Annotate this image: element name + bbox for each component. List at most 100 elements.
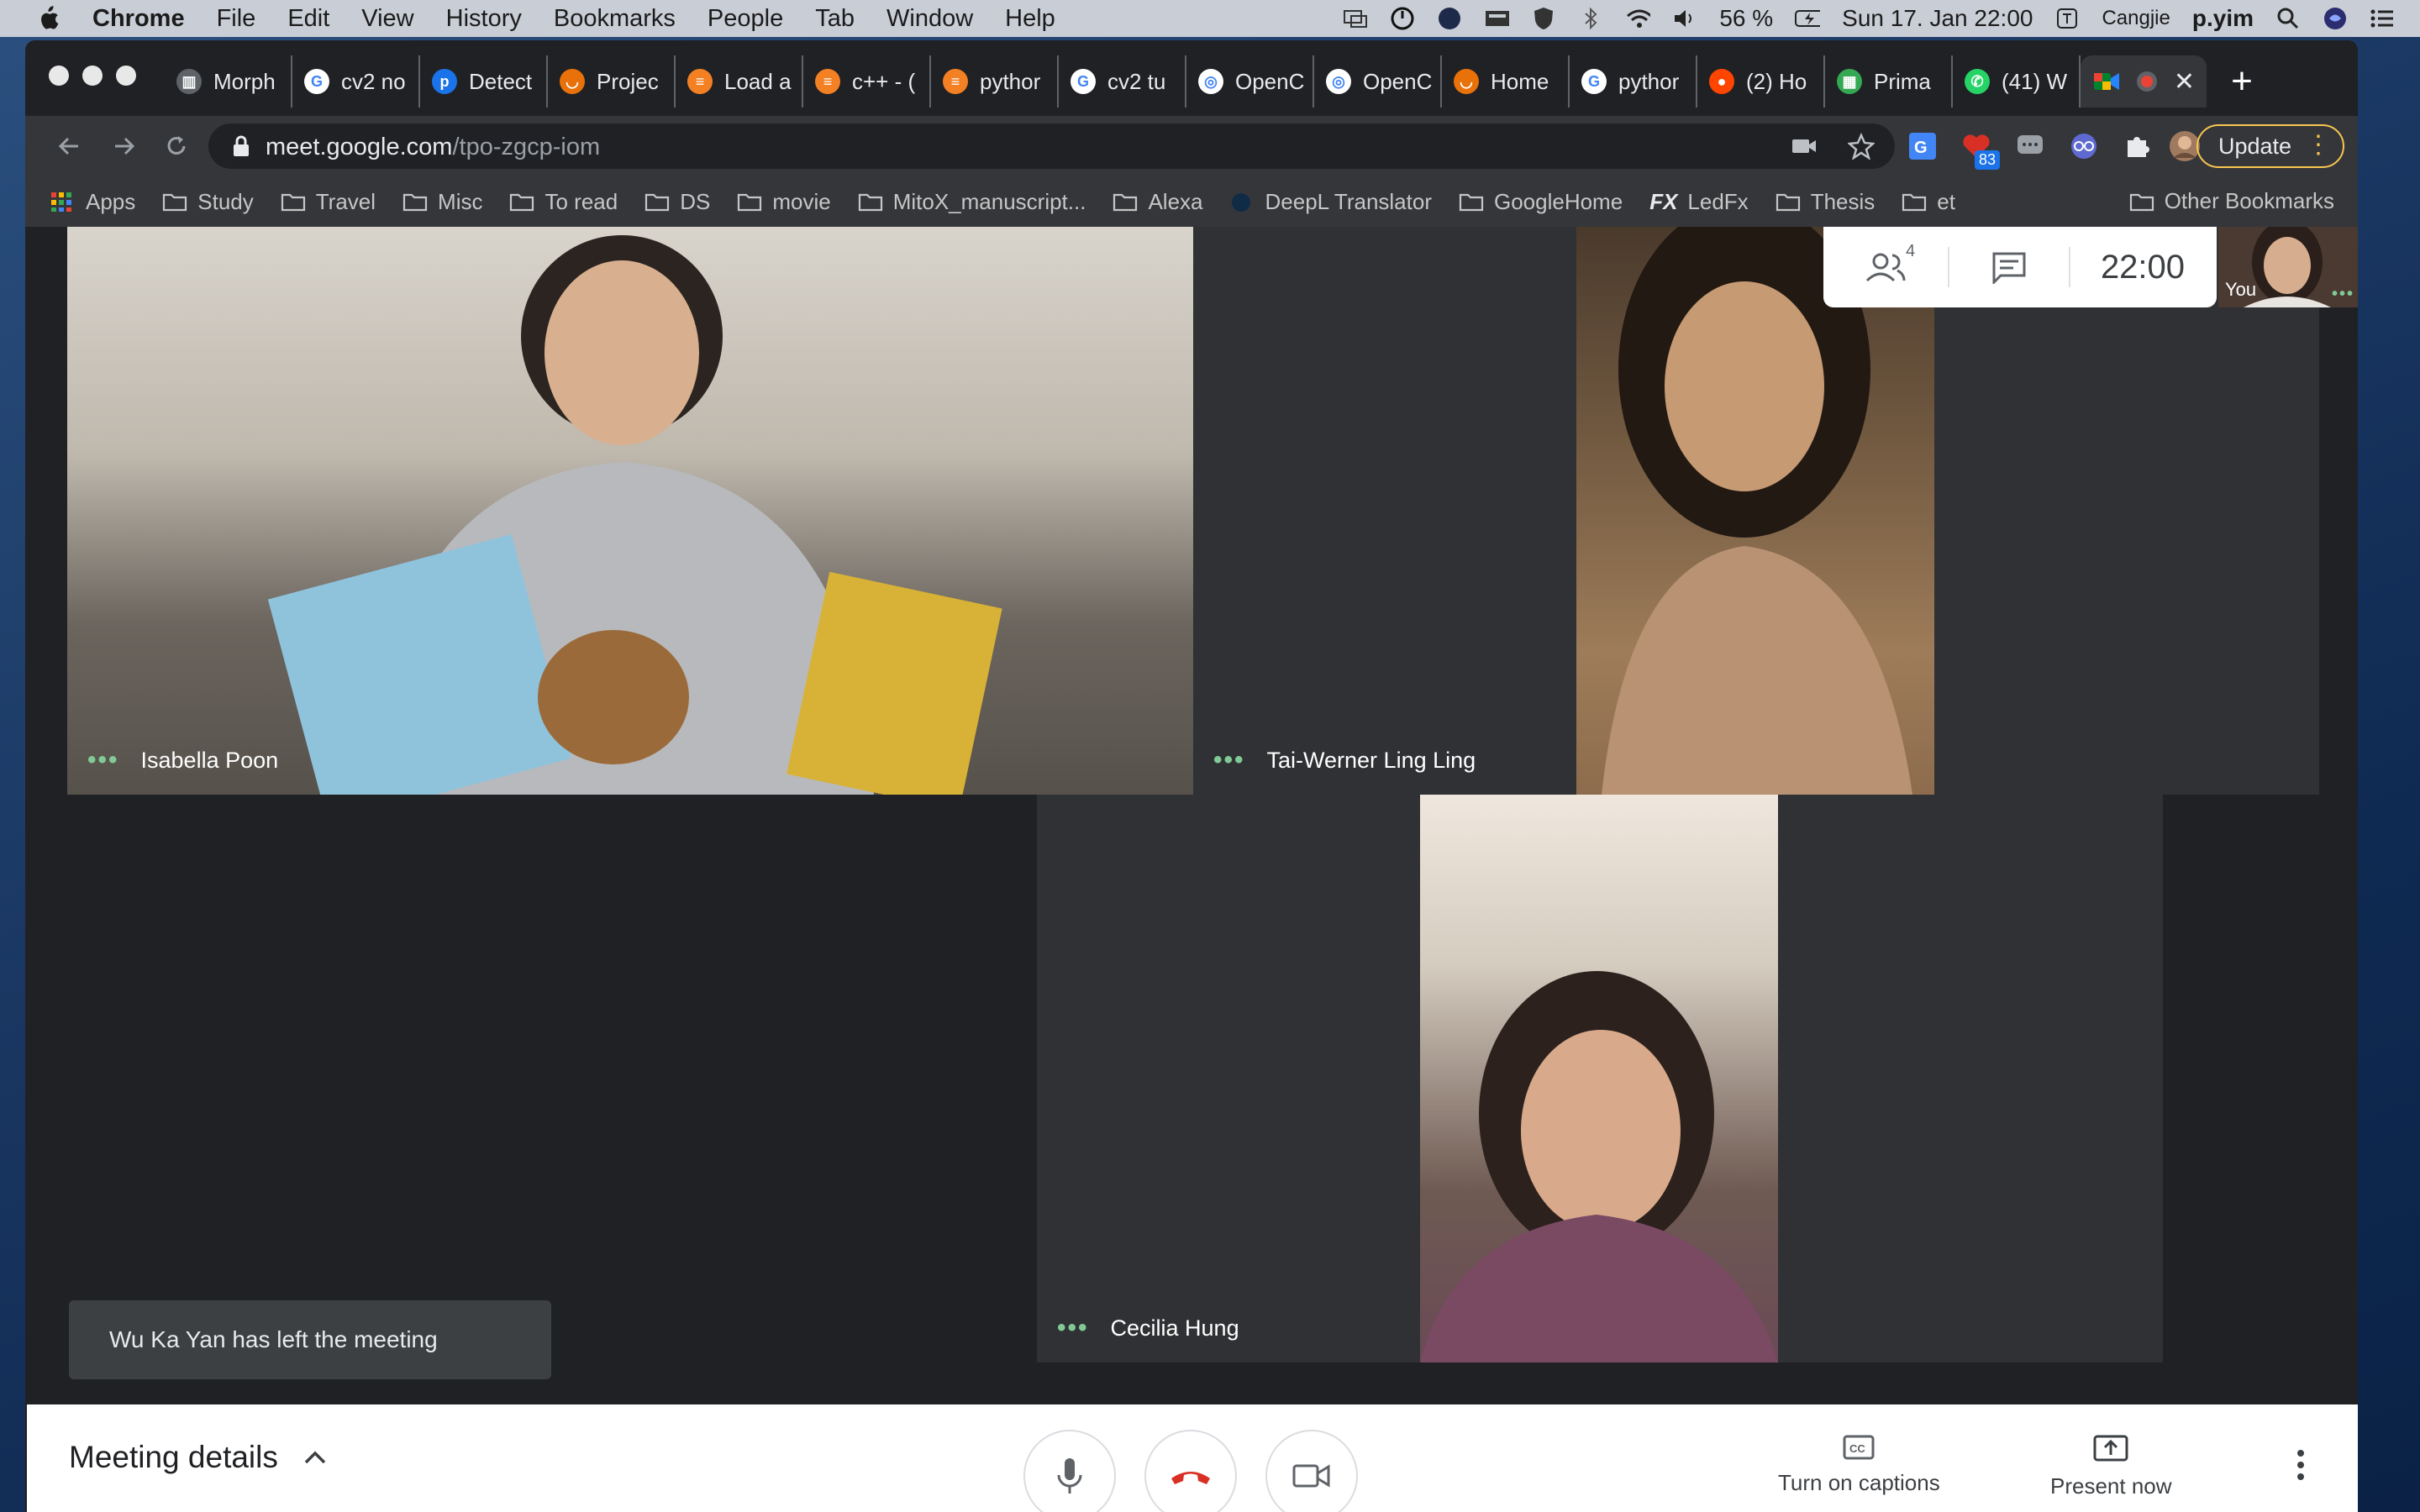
bookmark-item[interactable]: Alexa (1113, 189, 1203, 215)
browser-tab[interactable]: ◎ OpenC (1314, 55, 1442, 108)
reader-extension-icon[interactable] (2065, 128, 2102, 165)
menu-help[interactable]: Help (1005, 5, 1055, 33)
active-tab-meet[interactable]: ✕ (2081, 55, 2207, 108)
camera-in-use-icon[interactable] (1791, 136, 1818, 156)
battery-icon[interactable] (1795, 7, 1821, 30)
zoom-window-button[interactable] (116, 66, 136, 86)
participant-tile[interactable]: ••• Tai-Werner Ling Ling (1193, 227, 2319, 795)
camera-button[interactable] (1265, 1430, 1358, 1512)
close-tab-icon[interactable]: ✕ (2174, 67, 2195, 97)
browser-tab[interactable]: Gpythor (1570, 55, 1697, 108)
browser-tab[interactable]: Gcv2 no (292, 55, 420, 108)
menu-tab[interactable]: Tab (815, 5, 855, 33)
bookmark-item[interactable]: GoogleHome (1459, 189, 1623, 215)
browser-tab[interactable]: p Detect (420, 55, 548, 108)
dock-icon[interactable] (1484, 7, 1510, 30)
browser-tab[interactable]: ≡ Load a (676, 55, 803, 108)
close-window-button[interactable] (49, 66, 69, 86)
google-translate-extension-icon[interactable]: G (1904, 128, 1941, 165)
browser-tab[interactable]: ◡ Projec (548, 55, 676, 108)
leave-call-button[interactable] (1144, 1430, 1237, 1512)
volume-icon[interactable] (1672, 7, 1697, 30)
present-now-button[interactable]: Present now (2050, 1435, 2172, 1499)
browser-tab[interactable]: Gcv2 tu (1059, 55, 1186, 108)
screen-mirror-icon[interactable] (1343, 7, 1368, 30)
bookmark-item[interactable]: Travel (281, 189, 376, 215)
bluetooth-icon[interactable] (1578, 7, 1603, 30)
menu-view[interactable]: View (361, 5, 413, 33)
participant-options-icon[interactable]: ••• (87, 746, 119, 774)
menu-people[interactable]: People (708, 5, 783, 33)
extensions-puzzle-icon[interactable] (2119, 128, 2156, 165)
timer-icon[interactable] (1390, 7, 1415, 30)
notification-toast: Wu Ka Yan has left the meeting (69, 1300, 551, 1379)
participant-silhouette (1420, 971, 1778, 1362)
notification-center-icon[interactable] (2370, 7, 2395, 30)
input-method-label[interactable]: Cangjie (2102, 7, 2170, 30)
participant-tile[interactable]: ••• Isabella Poon (67, 227, 1193, 795)
folder-icon (1902, 193, 1927, 212)
browser-tab[interactable]: ● (2) Ho (1697, 55, 1825, 108)
browser-tab[interactable]: ▦ Prima (1825, 55, 1953, 108)
browser-tab[interactable]: ◎ OpenC (1186, 55, 1314, 108)
bookmark-item[interactable]: Thesis (1776, 189, 1875, 215)
participant-tile[interactable]: ••• Cecilia Hung (1037, 795, 2163, 1362)
minimize-window-button[interactable] (82, 66, 103, 86)
bookmark-item[interactable]: FX LedFx (1649, 189, 1749, 215)
battery-percent[interactable]: 56 % (1719, 5, 1773, 32)
input-method-icon[interactable] (2054, 7, 2080, 30)
bookmark-item[interactable]: To read (509, 189, 618, 215)
spotlight-search-icon[interactable] (2275, 7, 2301, 30)
bookmark-item[interactable]: DeepL Translator (1230, 189, 1432, 215)
browser-tab[interactable]: ◡ Home (1442, 55, 1570, 108)
bookmark-label: Misc (438, 188, 483, 214)
address-bar[interactable]: meet.google.com/tpo-zgcp-iom (208, 123, 1895, 169)
heart-extension-icon[interactable]: 83 (1958, 128, 2000, 170)
menu-file[interactable]: File (217, 5, 256, 33)
record-status-icon[interactable] (1437, 7, 1462, 30)
bookmark-item[interactable]: Apps (50, 189, 135, 215)
participant-options-icon[interactable]: ••• (1057, 1314, 1089, 1342)
bookmark-item[interactable]: Misc (402, 189, 482, 215)
captions-button[interactable]: CC Turn on captions (1778, 1435, 1940, 1496)
meeting-details-button[interactable]: Meeting details (69, 1440, 327, 1475)
other-bookmarks[interactable]: Other Bookmarks (2129, 188, 2334, 214)
participant-options-icon[interactable]: ••• (1213, 746, 1245, 774)
reload-button[interactable] (158, 128, 195, 165)
menu-history[interactable]: History (446, 5, 522, 33)
self-view-options-icon[interactable]: ••• (2332, 285, 2354, 304)
bookmark-item[interactable]: MitoX_manuscript... (858, 189, 1086, 215)
apple-icon[interactable] (34, 4, 62, 33)
forward-button[interactable] (106, 128, 143, 165)
more-options-button[interactable] (2296, 1448, 2306, 1486)
menubar-user[interactable]: p.yim (2192, 5, 2254, 32)
browser-tab[interactable]: ≡ pythor (931, 55, 1059, 108)
bookmark-star-icon[interactable] (1848, 133, 1875, 160)
back-button[interactable] (50, 128, 87, 165)
browser-tab[interactable]: ▥ Morph (165, 55, 292, 108)
self-view-label: You (2225, 279, 2257, 300)
siri-icon[interactable] (2323, 7, 2348, 30)
update-button[interactable]: Update ⋮ (2196, 124, 2344, 168)
tab-favicon-icon: ◎ (1198, 69, 1223, 94)
bookmark-item[interactable]: Study (162, 189, 254, 215)
browser-tab[interactable]: ≡ c++ - ( (803, 55, 931, 108)
chat-button[interactable] (1949, 227, 2069, 307)
menu-edit[interactable]: Edit (287, 5, 329, 33)
menu-bookmarks[interactable]: Bookmarks (554, 5, 676, 33)
tab-title: Load a (724, 68, 792, 94)
menu-app-name[interactable]: Chrome (92, 5, 185, 33)
chat-extension-icon[interactable] (2012, 128, 2049, 165)
bookmark-item[interactable]: et (1902, 189, 1955, 215)
bookmark-item[interactable]: DS (644, 189, 710, 215)
microphone-button[interactable] (1023, 1430, 1116, 1512)
self-view-tile[interactable]: You ••• (2218, 227, 2358, 307)
browser-tab[interactable]: ✆ (41) W (1953, 55, 2081, 108)
menubar-clock[interactable]: Sun 17. Jan 22:00 (1842, 5, 2033, 32)
bookmark-item[interactable]: movie (737, 189, 831, 215)
menu-window[interactable]: Window (886, 5, 973, 33)
new-tab-button[interactable]: + (2217, 55, 2267, 108)
participants-button[interactable]: 4 (1823, 227, 1948, 307)
shield-icon[interactable] (1531, 7, 1556, 30)
wifi-icon[interactable] (1625, 7, 1651, 30)
